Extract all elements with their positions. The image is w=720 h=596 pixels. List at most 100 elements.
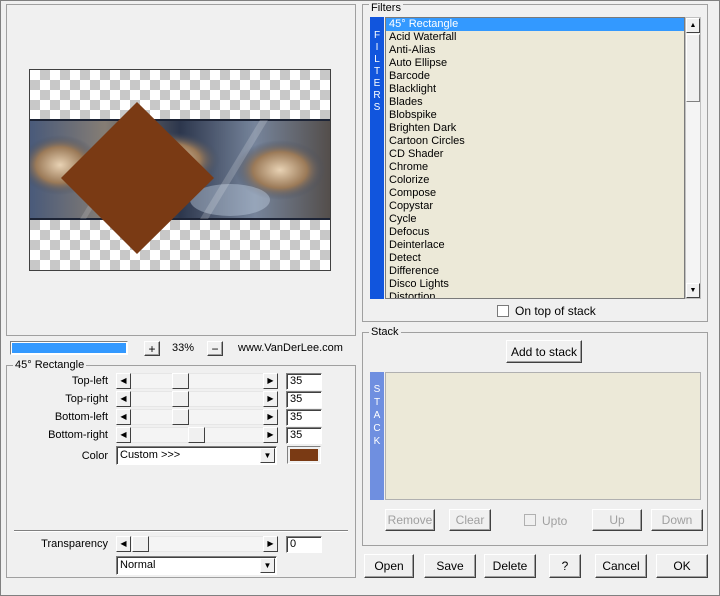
- filter-list-item[interactable]: Distortion: [386, 291, 684, 298]
- down-button[interactable]: Down: [651, 509, 703, 531]
- filters-list[interactable]: 45° Rectangle Acid Waterfall Anti-Alias Aut…: [385, 17, 685, 299]
- params-group-label: 45° Rectangle: [13, 359, 87, 371]
- slider-right-arrow-icon[interactable]: ▶: [263, 391, 278, 407]
- filters-side-letter: F: [373, 30, 381, 41]
- slider-left-arrow-icon[interactable]: ◀: [116, 427, 131, 443]
- slider-track[interactable]: [131, 409, 263, 425]
- clear-button[interactable]: Clear: [449, 509, 491, 531]
- scroll-down-icon[interactable]: ▼: [686, 283, 700, 298]
- add-to-stack-button[interactable]: Add to stack: [506, 340, 582, 363]
- slider-right-arrow-icon[interactable]: ▶: [263, 409, 278, 425]
- save-button[interactable]: Save: [424, 554, 476, 578]
- slider-left-arrow-icon[interactable]: ◀: [116, 409, 131, 425]
- filter-list-item[interactable]: Cycle: [386, 213, 684, 226]
- on-top-label: On top of stack: [515, 304, 596, 318]
- color-select[interactable]: Custom >>> ▼: [116, 446, 277, 465]
- remove-button[interactable]: Remove: [385, 509, 435, 531]
- color-swatch-fill: [290, 449, 318, 461]
- progress-fill: [12, 343, 126, 353]
- color-label: Color: [81, 450, 108, 462]
- up-button[interactable]: Up: [592, 509, 642, 531]
- filter-list-item[interactable]: Difference: [386, 265, 684, 278]
- transparency-thumb[interactable]: [132, 536, 149, 552]
- stack-list[interactable]: [385, 372, 701, 500]
- filter-list-item[interactable]: Auto Ellipse: [386, 57, 684, 70]
- filter-list-item[interactable]: Brighten Dark: [386, 122, 684, 135]
- filter-list-item[interactable]: Chrome: [386, 161, 684, 174]
- filter-list-item[interactable]: Compose: [386, 187, 684, 200]
- slider-label: Top-right: [65, 393, 108, 405]
- filter-list-item[interactable]: Disco Lights: [386, 278, 684, 291]
- transparency-right-arrow-icon[interactable]: ▶: [263, 536, 278, 552]
- filters-side-letter: S: [373, 102, 381, 113]
- slider-left-arrow-icon[interactable]: ◀: [116, 391, 131, 407]
- filter-list-item[interactable]: Barcode: [386, 70, 684, 83]
- filter-list-item[interactable]: Blades: [386, 96, 684, 109]
- scroll-up-icon[interactable]: ▲: [686, 18, 700, 33]
- stack-side-letter: A: [373, 410, 381, 421]
- slider-value-input[interactable]: 35: [286, 391, 322, 408]
- slider-track[interactable]: [131, 373, 263, 389]
- preview-canvas[interactable]: [29, 69, 331, 271]
- slider-thumb[interactable]: [188, 427, 205, 443]
- slider-thumb[interactable]: [172, 391, 189, 407]
- upto-checkbox[interactable]: [524, 514, 536, 526]
- filter-list-item[interactable]: Copystar: [386, 200, 684, 213]
- slider-value-input[interactable]: 35: [286, 409, 322, 426]
- stack-side-letter: C: [373, 423, 381, 434]
- slider-left-arrow-icon[interactable]: ◀: [116, 373, 131, 389]
- open-button[interactable]: Open: [364, 554, 414, 578]
- cancel-button[interactable]: Cancel: [595, 554, 647, 578]
- filter-list-item[interactable]: Colorize: [386, 174, 684, 187]
- filters-side-letter: T: [373, 66, 381, 77]
- color-swatch[interactable]: [287, 446, 321, 464]
- transparency-track[interactable]: [131, 536, 263, 552]
- transparency-value-input[interactable]: 0: [286, 536, 322, 553]
- delete-button[interactable]: Delete: [484, 554, 536, 578]
- progress-bar: [10, 341, 128, 355]
- blend-mode-value: Normal: [120, 559, 156, 571]
- stack-side-letter: T: [373, 397, 381, 408]
- filters-side-letter: L: [374, 54, 380, 65]
- slider-thumb[interactable]: [172, 373, 189, 389]
- chevron-down-icon[interactable]: ▼: [260, 558, 275, 573]
- filter-list-item[interactable]: Deinterlace: [386, 239, 684, 252]
- filter-list-item[interactable]: Cartoon Circles: [386, 135, 684, 148]
- filter-list-item[interactable]: Anti-Alias: [386, 44, 684, 57]
- filters-side-letter: E: [373, 78, 381, 89]
- transparency-label: Transparency: [41, 538, 108, 550]
- slider-right-arrow-icon[interactable]: ▶: [263, 373, 278, 389]
- divider: [14, 530, 348, 532]
- zoom-level: 33%: [172, 342, 195, 354]
- stack-group-label: Stack: [369, 326, 401, 338]
- filters-group-label: Filters: [369, 2, 403, 14]
- slider-right-arrow-icon[interactable]: ▶: [263, 427, 278, 443]
- blend-mode-select[interactable]: Normal ▼: [116, 556, 277, 575]
- filter-list-item[interactable]: Defocus: [386, 226, 684, 239]
- chevron-down-icon[interactable]: ▼: [260, 448, 275, 463]
- on-top-checkbox[interactable]: [497, 305, 509, 317]
- slider-label: Bottom-left: [54, 411, 108, 423]
- slider-label: Bottom-right: [48, 429, 108, 441]
- upto-label: Upto: [542, 514, 568, 528]
- filter-list-item[interactable]: 45° Rectangle: [386, 18, 684, 31]
- transparency-left-arrow-icon[interactable]: ◀: [116, 536, 131, 552]
- zoom-in-button[interactable]: +: [144, 341, 160, 356]
- filter-list-item[interactable]: Blacklight: [386, 83, 684, 96]
- slider-track[interactable]: [131, 391, 263, 407]
- help-button[interactable]: ?: [549, 554, 581, 578]
- zoom-out-button[interactable]: −: [207, 341, 223, 356]
- website-link[interactable]: www.VanDerLee.com: [238, 342, 343, 354]
- ok-button[interactable]: OK: [656, 554, 708, 578]
- preview-image: [30, 102, 330, 254]
- slider-value-input[interactable]: 35: [286, 427, 322, 444]
- filter-list-item[interactable]: Blobspike: [386, 109, 684, 122]
- filter-list-item[interactable]: Acid Waterfall: [386, 31, 684, 44]
- filter-list-item[interactable]: CD Shader: [386, 148, 684, 161]
- scrollbar-thumb[interactable]: [686, 34, 700, 102]
- slider-thumb[interactable]: [172, 409, 189, 425]
- filters-scrollbar[interactable]: ▲ ▼: [685, 17, 701, 299]
- filters-side-letter: R: [373, 90, 381, 101]
- slider-value-input[interactable]: 35: [286, 373, 322, 390]
- filter-list-item[interactable]: Detect: [386, 252, 684, 265]
